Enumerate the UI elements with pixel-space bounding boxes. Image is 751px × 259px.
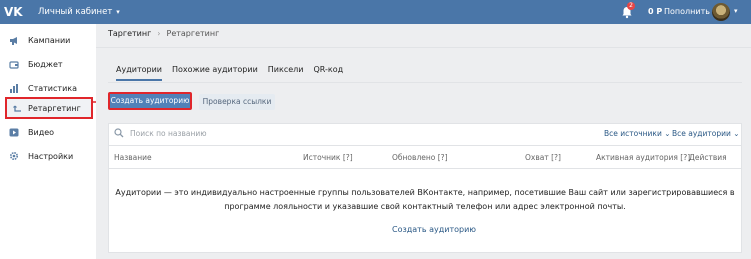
- search-icon: [114, 128, 124, 138]
- column-source[interactable]: Источник [?]: [303, 152, 353, 163]
- sidebar-item-settings[interactable]: Настройки: [0, 145, 93, 167]
- cabinet-menu[interactable]: Личный кабинет ▾: [38, 6, 120, 18]
- top-bar: VK Личный кабинет ▾ 2 0 Р Пополнить ▾: [0, 0, 751, 24]
- column-name: Название: [114, 153, 152, 162]
- check-link-button[interactable]: Проверка ссылки: [199, 94, 275, 110]
- create-audience-button[interactable]: Создать аудиторию: [108, 92, 192, 110]
- topup-link[interactable]: Пополнить: [664, 7, 710, 17]
- divider: [96, 47, 751, 48]
- column-actions: Действия: [689, 153, 727, 162]
- chevron-down-icon: ▾: [116, 8, 120, 16]
- gear-icon: [0, 151, 28, 161]
- sidebar-item-label: Настройки: [28, 151, 74, 161]
- balance: 0 Р: [648, 7, 663, 16]
- sidebar-item-label: Ретаргетинг: [28, 103, 81, 113]
- tab-qr-code[interactable]: QR-код: [313, 64, 343, 81]
- cabinet-title: Личный кабинет: [38, 7, 113, 17]
- column-active-audience[interactable]: Активная аудитория [?]: [596, 152, 690, 163]
- tab-pixels[interactable]: Пиксели: [268, 64, 304, 81]
- audiences-filter[interactable]: Все аудитории ⌄: [672, 128, 740, 139]
- sidebar-item-campaigns[interactable]: Кампании: [0, 29, 93, 51]
- create-audience-link[interactable]: Создать аудиторию: [392, 224, 476, 236]
- column-reach[interactable]: Охват [?]: [525, 152, 561, 163]
- sidebar-item-retargeting[interactable]: Ретаргетинг: [5, 97, 93, 119]
- sidebar-item-label: Статистика: [28, 83, 77, 93]
- chevron-down-icon: ⌄: [664, 129, 671, 138]
- retarget-icon: [7, 104, 28, 113]
- sidebar: Кампании Бюджет Статистика Ретаргетинг В…: [0, 24, 93, 259]
- megaphone-icon: [0, 36, 28, 45]
- search-input[interactable]: Поиск по названию: [130, 128, 207, 139]
- chevron-down-icon: ⌄: [733, 129, 740, 138]
- sidebar-item-budget[interactable]: Бюджет: [0, 53, 93, 75]
- divider: [108, 168, 742, 169]
- divider: [108, 145, 742, 146]
- breadcrumb-current: Ретаргетинг: [166, 29, 220, 38]
- tab-audiences[interactable]: Аудитории: [116, 64, 162, 81]
- sidebar-item-label: Бюджет: [28, 59, 63, 69]
- chevron-right-icon: ›: [157, 29, 161, 38]
- breadcrumb: Таргетинг › Ретаргетинг: [108, 28, 219, 40]
- sidebar-item-statistics[interactable]: Статистика: [0, 77, 93, 99]
- chevron-down-icon[interactable]: ▾: [734, 7, 738, 15]
- empty-state-text: Аудитории — это индивидуально настроенны…: [115, 188, 735, 211]
- audiences-filter-label: Все аудитории: [672, 129, 731, 138]
- sidebar-item-label: Кампании: [28, 35, 71, 45]
- tab-lookalike[interactable]: Похожие аудитории: [172, 64, 258, 81]
- bar-chart-icon: [0, 83, 28, 93]
- breadcrumb-root[interactable]: Таргетинг: [108, 28, 151, 40]
- sidebar-item-label: Видео: [28, 127, 55, 137]
- tabs: Аудитории Похожие аудитории Пиксели QR-к…: [116, 64, 353, 81]
- notifications-badge: 2: [627, 2, 635, 10]
- play-icon: [0, 128, 28, 137]
- sources-filter-label: Все источники: [604, 129, 662, 138]
- sidebar-item-video[interactable]: Видео: [0, 121, 93, 143]
- divider: [108, 82, 742, 83]
- sources-filter[interactable]: Все источники ⌄: [604, 128, 671, 139]
- vk-logo[interactable]: VK: [4, 4, 24, 20]
- column-updated[interactable]: Обновлено [?]: [392, 152, 448, 163]
- avatar[interactable]: [712, 3, 730, 21]
- wallet-icon: [0, 60, 28, 69]
